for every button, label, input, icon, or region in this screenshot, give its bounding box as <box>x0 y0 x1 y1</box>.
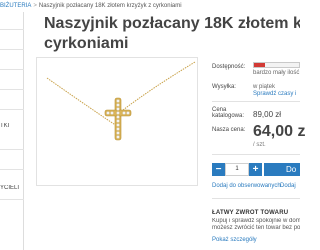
sidebar-divider <box>0 89 24 90</box>
divider <box>212 198 300 199</box>
cross-pendant <box>104 97 132 141</box>
quantity-decrease-button[interactable]: − <box>212 163 225 176</box>
availability-bar <box>253 62 300 68</box>
sidebar-item-label[interactable]: YCIELI <box>0 185 24 191</box>
sidebar-divider <box>0 29 24 30</box>
sidebar-divider <box>0 69 24 70</box>
easy-return-description: Kupuj i sprawdź spokojnie w domu możesz … <box>212 218 300 232</box>
easy-return-line2: możesz zwrócić ten towar bez poda <box>212 225 300 231</box>
catalog-price-label-line2: katalogowa: <box>212 113 245 119</box>
catalog-price: 89,00 zł <box>253 110 282 119</box>
price-unit: / szt. <box>253 142 266 148</box>
product-title: Naszyjnik pozłacany 18K złotem krzyżyk z… <box>44 14 300 54</box>
shipping-times-link[interactable]: Sprawdź czasy i <box>253 91 296 97</box>
sidebar-divider <box>0 199 24 200</box>
sidebar: TKI YCIELI <box>0 12 24 250</box>
sidebar-divider <box>0 109 24 110</box>
necklace-chain-right <box>122 61 196 111</box>
product-title-line2: cyrkoniami <box>44 35 129 52</box>
sidebar-divider <box>0 169 24 170</box>
divider <box>212 101 300 102</box>
breadcrumb-current: Naszyjnik pozłacany 18K złotem krzyżyk z… <box>38 3 182 9</box>
show-details-link[interactable]: Pokaż szczegóły <box>212 237 257 243</box>
add-to-cart-button[interactable]: Do <box>264 163 300 176</box>
breadcrumb-separator: > <box>33 3 37 9</box>
sidebar-divider <box>0 49 24 50</box>
product-title-line1: Naszyjnik pozłacany 18K złotem krzyżyk z <box>44 15 300 32</box>
our-price: 64,00 z <box>253 123 306 140</box>
availability-text: bardzo mały ilość <box>253 70 300 76</box>
sidebar-divider <box>0 149 24 150</box>
divider <box>212 154 300 155</box>
availability-label: Dostępność: <box>212 64 246 70</box>
our-price-label: Nasza cena: <box>212 127 246 133</box>
shipping-value: w piątek <box>253 84 276 90</box>
availability-fill <box>254 63 266 67</box>
product-image[interactable] <box>36 57 198 186</box>
breadcrumb-category[interactable]: BIŻUTERIA <box>0 3 31 9</box>
shipping-label: Wysyłka: <box>212 84 236 90</box>
sidebar-item-label[interactable]: TKI <box>0 123 24 129</box>
catalog-price-label: Cena katalogowa: <box>212 107 244 119</box>
add-to-watchlist-link[interactable]: Dodaj do obserwowanych <box>212 183 281 189</box>
necklace-image <box>46 61 196 141</box>
add-link[interactable]: Dodaj <box>280 183 296 189</box>
quantity-input[interactable]: 1 <box>225 163 249 176</box>
easy-return-line1: Kupuj i sprawdź spokojnie w domu <box>212 218 300 224</box>
breadcrumb: BIŻUTERIA > Naszyjnik pozłacany 18K złotem… <box>0 0 300 12</box>
quantity-increase-button[interactable]: + <box>249 163 262 176</box>
necklace-chain-left <box>46 77 121 129</box>
easy-return-heading: ŁATWY ZWROT TOWARU <box>212 210 289 216</box>
